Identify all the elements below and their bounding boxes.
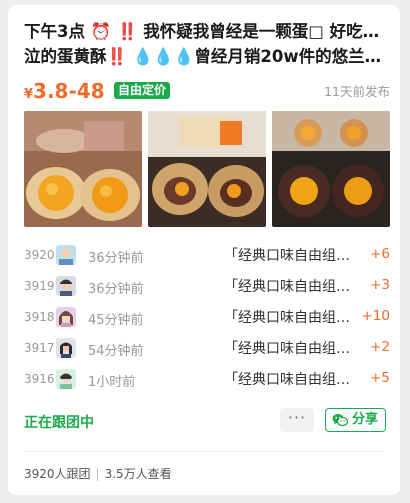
order-item: 「经典口味自由组… xyxy=(224,372,350,388)
view-count: 3.5万人查看 xyxy=(104,467,172,481)
product-photo[interactable] xyxy=(24,111,142,227)
order-time: 45分钟前 xyxy=(88,313,144,328)
order-time: 36分钟前 xyxy=(88,282,144,297)
order-number: 3918 xyxy=(24,310,55,324)
more-button[interactable]: ··· xyxy=(280,408,314,432)
more-icon: ··· xyxy=(287,408,307,427)
order-row: 3916 1小时前 「经典口味自由组… +5 xyxy=(24,365,390,396)
order-quantity: +3 xyxy=(370,277,390,293)
order-number: 3919 xyxy=(24,279,55,293)
share-button[interactable]: 分享 xyxy=(325,408,386,432)
product-photo[interactable] xyxy=(148,111,266,227)
price: ¥3.8-48 xyxy=(24,77,105,109)
order-quantity: +5 xyxy=(370,370,390,386)
order-number: 3916 xyxy=(24,372,55,386)
order-item: 「经典口味自由组… xyxy=(224,248,350,264)
product-photo[interactable] xyxy=(272,111,390,227)
order-item: 「经典口味自由组… xyxy=(224,279,350,295)
order-quantity: +10 xyxy=(361,308,391,324)
wechat-icon xyxy=(332,413,348,427)
currency-symbol: ¥ xyxy=(24,87,34,102)
avatar[interactable] xyxy=(56,338,76,358)
order-time: 54分钟前 xyxy=(88,344,144,359)
follower-count: 3920人跟团 xyxy=(24,467,91,481)
order-list: 3920 36分钟前 「经典口味自由组… +6 3919 36分钟前 「经典口味… xyxy=(24,241,390,396)
order-row: 3919 36分钟前 「经典口味自由组… +3 xyxy=(24,272,390,303)
order-number: 3920 xyxy=(24,248,55,262)
avatar[interactable] xyxy=(56,369,76,389)
order-item: 「经典口味自由组… xyxy=(224,310,350,326)
price-range: 3.8-48 xyxy=(33,79,105,103)
order-row: 3918 45分钟前 「经典口味自由组… +10 xyxy=(24,303,390,334)
order-quantity: +2 xyxy=(370,339,390,355)
price-row: ¥3.8-48 自由定价 11天前发布 xyxy=(24,77,390,105)
order-time: 1小时前 xyxy=(88,375,136,390)
avatar[interactable] xyxy=(56,307,76,327)
avatar[interactable] xyxy=(56,276,76,296)
order-row: 3917 54分钟前 「经典口味自由组… +2 xyxy=(24,334,390,365)
order-row: 3920 36分钟前 「经典口味自由组… +6 xyxy=(24,241,390,272)
order-time: 36分钟前 xyxy=(88,251,144,266)
post-title[interactable]: 下午3点 ⏰ ‼️ 我怀疑我曾经是一颗蛋□ 好吃到哭 泣的蛋黄酥‼️ 💧💧💧曾经… xyxy=(24,19,390,69)
posted-time: 11天前发布 xyxy=(324,84,390,99)
stats-footer: 3920人跟团 | 3.5万人查看 xyxy=(24,465,172,482)
divider xyxy=(24,451,384,452)
group-status: 正在跟团中 xyxy=(24,415,94,431)
separator: | xyxy=(95,467,100,481)
order-item: 「经典口味自由组… xyxy=(224,341,350,357)
share-label: 分享 xyxy=(352,412,379,427)
order-quantity: +6 xyxy=(370,246,390,262)
title-line-2: 泣的蛋黄酥‼️ 💧💧💧曾经月销20w件的悠兰一… xyxy=(24,47,390,66)
group-buy-card[interactable]: 下午3点 ⏰ ‼️ 我怀疑我曾经是一颗蛋□ 好吃到哭 泣的蛋黄酥‼️ 💧💧💧曾经… xyxy=(8,5,400,495)
title-line-1: 下午3点 ⏰ ‼️ 我怀疑我曾经是一颗蛋□ 好吃到哭 xyxy=(24,22,390,41)
pricing-badge: 自由定价 xyxy=(114,82,171,99)
order-number: 3917 xyxy=(24,341,55,355)
avatar[interactable] xyxy=(56,245,76,265)
photo-gallery xyxy=(24,111,390,227)
